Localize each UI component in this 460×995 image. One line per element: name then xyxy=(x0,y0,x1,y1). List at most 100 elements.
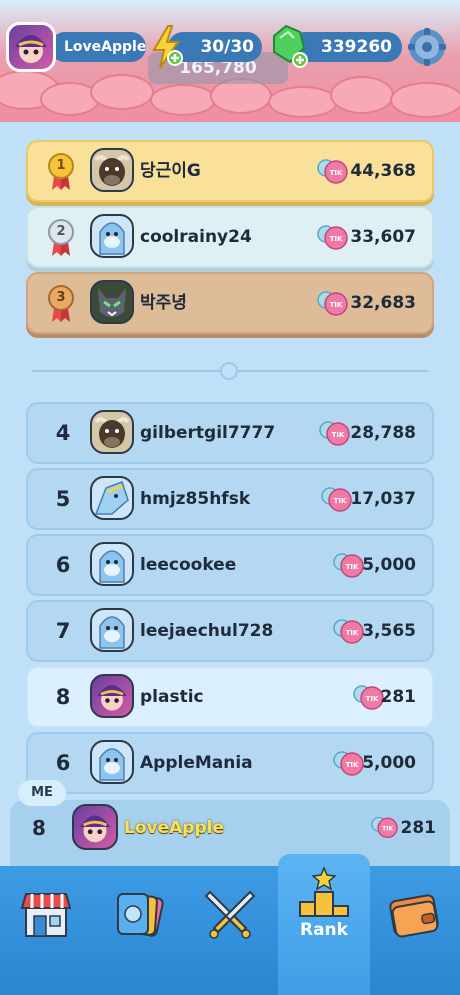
coin-pile-piece xyxy=(90,74,154,110)
rank-row-3[interactable]: 3 박주녕 TIK 32,683 xyxy=(26,272,434,334)
rank-number: 8 xyxy=(55,685,71,709)
witch-avatar-icon xyxy=(79,815,111,843)
crossed-swords-icon xyxy=(204,890,256,939)
cat-avatar-icon xyxy=(98,288,126,317)
my-score: 281 xyxy=(400,818,437,838)
svg-text:TIK: TIK xyxy=(382,825,393,832)
wallet-icon xyxy=(389,894,439,938)
fish-avatar-icon xyxy=(94,481,129,515)
rank-number: 7 xyxy=(55,619,71,643)
svg-text:TIK: TIK xyxy=(330,301,343,309)
player-name: coolrainy24 xyxy=(140,227,252,247)
coin-pile-piece xyxy=(268,86,338,118)
player-score: 28,788 xyxy=(350,423,416,443)
ghost-avatar-icon xyxy=(99,550,125,583)
svg-text:TIK: TIK xyxy=(330,235,343,243)
player-avatar xyxy=(90,476,134,520)
coin-pile-piece xyxy=(330,76,394,114)
player-score: 44,368 xyxy=(350,161,416,181)
nav-label: Rank xyxy=(300,920,348,940)
rank-row[interactable]: 7 leejaechul728 TIK 3,565 xyxy=(26,600,434,662)
coin-pile-piece xyxy=(390,82,460,118)
energy-value: 30/30 xyxy=(200,37,254,57)
witch-avatar-icon xyxy=(97,685,127,711)
nav-shop[interactable] xyxy=(0,866,92,995)
nav-rank[interactable]: Rank xyxy=(278,854,370,995)
rank-number: 1 xyxy=(56,158,66,173)
svg-text:TIK: TIK xyxy=(346,563,359,571)
player-score: 5,000 xyxy=(362,753,416,773)
player-name: hmjz85hfsk xyxy=(140,489,251,509)
my-avatar xyxy=(72,804,118,850)
rank-row[interactable]: 5 hmjz85hfsk TIK 17,037 xyxy=(26,468,434,530)
player-score: 5,000 xyxy=(362,555,416,575)
rank-row-2[interactable]: 2 coolrainy24 TIK 33,607 xyxy=(26,206,434,268)
svg-text:TIK: TIK xyxy=(366,695,379,703)
rank-row[interactable]: 6 leecookee TIK 5,000 xyxy=(26,534,434,596)
rank-number: 3 xyxy=(56,290,66,305)
rank-number: 2 xyxy=(56,224,66,239)
svg-text:TIK: TIK xyxy=(346,761,359,769)
player-name: leecookee xyxy=(140,555,237,575)
my-rank-number: 8 xyxy=(32,816,46,840)
gem-icon xyxy=(273,24,308,68)
my-rank-bar[interactable]: 8 LoveApple TIK 281 xyxy=(10,800,450,868)
player-avatar xyxy=(90,214,134,258)
player-avatar xyxy=(90,148,134,192)
tik-coin-icon: TIK xyxy=(321,487,352,512)
profile-name-pill[interactable]: LoveApple xyxy=(50,32,146,62)
player-score: 281 xyxy=(380,687,417,707)
player-score: 17,037 xyxy=(350,489,416,509)
player-avatar xyxy=(90,410,134,454)
nav-battle[interactable] xyxy=(184,866,276,995)
bull-avatar-icon xyxy=(94,155,130,186)
player-score: 32,683 xyxy=(350,293,416,313)
settings-gear-icon[interactable] xyxy=(406,26,448,68)
player-avatar xyxy=(90,542,134,586)
rank-row[interactable]: 6 AppleMania TIK 5,000 xyxy=(26,732,434,794)
tik-coin-icon: TIK xyxy=(333,619,364,644)
profile-avatar[interactable] xyxy=(6,22,56,72)
bull-avatar-icon xyxy=(94,417,130,448)
lightning-icon xyxy=(152,25,183,69)
tik-coin-icon: TIK xyxy=(317,225,348,250)
player-name: 박주녕 xyxy=(140,293,187,313)
nav-cards[interactable] xyxy=(92,866,184,995)
svg-text:TIK: TIK xyxy=(330,169,343,177)
svg-text:TIK: TIK xyxy=(332,431,345,439)
nav-wallet[interactable] xyxy=(368,866,460,995)
divider-emblem-icon xyxy=(220,362,238,380)
witch-avatar-icon xyxy=(15,35,47,63)
bottom-nav: Rank xyxy=(0,854,460,995)
player-score: 3,565 xyxy=(362,621,416,641)
cards-icon xyxy=(117,893,164,937)
player-name: leejaechul728 xyxy=(140,621,274,641)
tik-coin-icon: TIK xyxy=(319,421,350,446)
tik-coin-icon: TIK xyxy=(333,751,364,776)
top-bar: LoveApple 30/30 339260 xyxy=(0,22,460,74)
svg-text:TIK: TIK xyxy=(346,629,359,637)
rank-number: 4 xyxy=(55,421,71,445)
svg-text:TIK: TIK xyxy=(334,497,347,505)
coin-pile-piece xyxy=(150,84,216,116)
player-avatar xyxy=(90,740,134,784)
rank-number: 5 xyxy=(55,487,71,511)
rank-row-current-user[interactable]: 8 plastic TIK 281 xyxy=(26,666,434,728)
me-badge: ME xyxy=(18,780,66,806)
my-name: LoveApple xyxy=(124,818,224,838)
rank-number: 6 xyxy=(55,553,71,577)
player-name: plastic xyxy=(140,687,204,707)
player-name: 당근이G xyxy=(140,161,201,181)
rank-row-1[interactable]: 1 당근이G TIK 44,368 xyxy=(26,140,434,202)
player-avatar xyxy=(90,608,134,652)
ghost-avatar-icon xyxy=(99,222,125,255)
player-name: AppleMania xyxy=(140,753,253,773)
gem-value: 339260 xyxy=(321,37,392,57)
player-name: gilbertgil7777 xyxy=(140,423,276,443)
tik-coin-icon: TIK xyxy=(371,816,398,839)
player-avatar xyxy=(90,674,134,718)
ghost-avatar-icon xyxy=(99,748,125,781)
rank-row[interactable]: 4 gilbertgil7777 TIK 28,788 xyxy=(26,402,434,464)
podium-trophy-icon xyxy=(299,866,349,917)
player-avatar xyxy=(90,280,134,324)
